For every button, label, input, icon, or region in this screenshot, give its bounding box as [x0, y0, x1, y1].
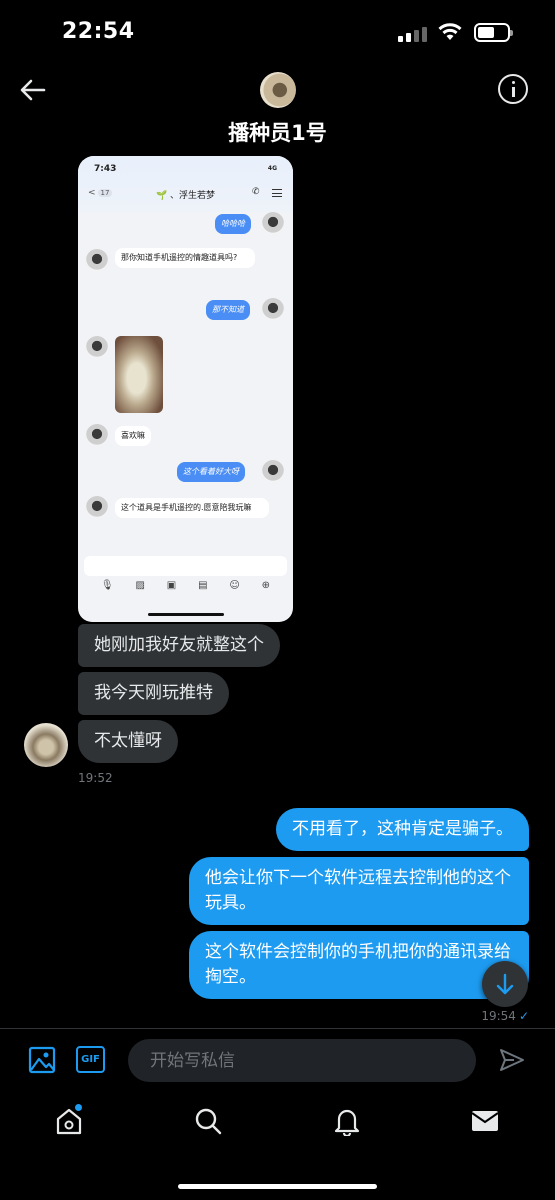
status-bar: 22:54 [0, 0, 555, 64]
arrow-down-icon [496, 973, 514, 995]
screenshot-home-bar [148, 613, 224, 616]
screenshot-message: 哈哈哈 [215, 214, 251, 234]
screenshot-photo [115, 336, 163, 413]
screenshot-message: 那不知道 [206, 300, 250, 320]
send-icon[interactable] [498, 1046, 526, 1074]
home-indicator [178, 1184, 377, 1189]
composer-divider [0, 1028, 555, 1029]
incoming-message[interactable]: 我今天刚玩推特 [78, 672, 229, 715]
shared-screenshot-image[interactable]: 7:43 4G <17 🌱 、浮生若梦 ✆ 哈哈哈 那你知道手机遥控的情趣道具吗… [78, 156, 293, 622]
screenshot-avatar [86, 249, 108, 271]
screenshot-avatar [262, 212, 284, 234]
screenshot-time: 7:43 [94, 164, 117, 174]
search-icon[interactable] [193, 1106, 223, 1136]
wifi-icon [438, 23, 462, 40]
camera-icon: ▣ [166, 580, 177, 591]
incoming-message[interactable]: 她刚加我好友就整这个 [78, 624, 280, 667]
outgoing-timestamp: 19:54 ✓ [481, 1009, 529, 1023]
screenshot-toolbar: 🎙 ▨ ▣ ▤ ☺ ⊕ [78, 580, 293, 600]
screenshot-avatar [86, 496, 108, 518]
screenshot-message: 这个看着好大呀 [177, 462, 245, 482]
battery-icon [474, 23, 513, 42]
file-icon: ▤ [198, 580, 208, 591]
back-arrow-icon[interactable] [18, 76, 48, 104]
scroll-to-bottom-button[interactable] [482, 961, 528, 1007]
image-icon[interactable] [28, 1046, 56, 1074]
phone-icon: ✆ [252, 187, 260, 197]
screenshot-message: 这个道具是手机遥控的.愿意陪我玩嘛 [115, 498, 269, 518]
screenshot-input [84, 556, 287, 576]
screenshot-avatar [86, 424, 108, 446]
header-avatar[interactable] [260, 72, 296, 108]
status-time: 22:54 [62, 19, 135, 44]
screenshot-avatar [262, 298, 284, 320]
screenshot-message: 那你知道手机遥控的情趣道具吗? [115, 248, 255, 268]
screenshot-avatar [262, 460, 284, 482]
picture-icon: ▨ [135, 580, 145, 591]
info-icon[interactable] [498, 74, 528, 104]
message-input[interactable] [128, 1039, 476, 1082]
outgoing-time: 19:54 [481, 1009, 516, 1023]
incoming-message[interactable]: 不太懂呀 [78, 720, 178, 763]
plus-icon: ⊕ [261, 580, 271, 591]
outgoing-message[interactable]: 他会让你下一个软件远程去控制他的这个玩具。 [189, 857, 529, 925]
screenshot-avatar [86, 336, 108, 358]
signal-icon [398, 24, 428, 42]
message-composer[interactable] [128, 1039, 476, 1082]
conversation-title[interactable]: 播种员1号 [0, 117, 555, 147]
mail-icon[interactable] [470, 1106, 500, 1136]
sender-avatar[interactable] [24, 723, 68, 767]
menu-icon [272, 189, 282, 197]
outgoing-message[interactable]: 这个软件会控制你的手机把你的通讯录给掏空。 [189, 931, 529, 999]
read-receipt-icon: ✓ [518, 1009, 529, 1023]
screenshot-signal: 4G [267, 165, 277, 172]
outgoing-message[interactable]: 不用看了，这种肯定是骗子。 [276, 808, 529, 851]
notification-dot [74, 1103, 83, 1112]
mic-icon: 🎙 [100, 580, 114, 591]
screenshot-message: 喜欢嘛 [115, 426, 151, 446]
screenshot-title: 🌱 、浮生若梦 [155, 191, 216, 201]
bell-icon[interactable] [332, 1106, 362, 1136]
gif-button[interactable]: GIF [76, 1046, 105, 1073]
emoji-icon: ☺ [229, 580, 240, 591]
incoming-timestamp: 19:52 [78, 771, 113, 785]
